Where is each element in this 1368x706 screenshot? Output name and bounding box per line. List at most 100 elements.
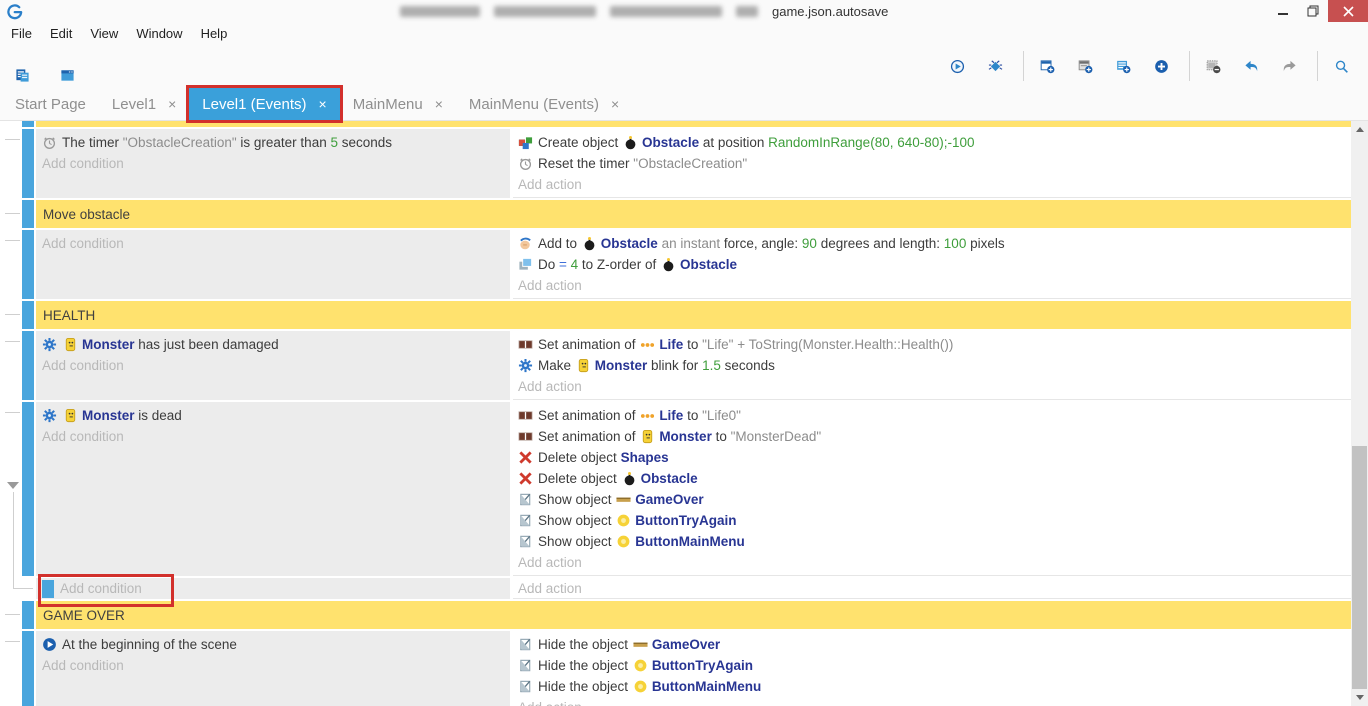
action-line[interactable]: Create object Obstacle at position Rando…	[518, 132, 1351, 153]
vertical-scrollbar[interactable]	[1351, 121, 1368, 706]
event-gutter	[0, 402, 22, 576]
event-drag-handle[interactable]	[22, 301, 34, 329]
visibility-icon	[518, 679, 533, 694]
scrollbar-thumb[interactable]	[1352, 446, 1367, 689]
remove-event-button[interactable]	[1200, 51, 1231, 82]
action-line[interactable]: Delete object Shapes	[518, 447, 1351, 468]
conditions-column[interactable]: At the beginning of the sceneAdd conditi…	[36, 631, 510, 706]
conditions-column[interactable]: Monster is deadAdd condition	[36, 402, 510, 576]
conditions-column[interactable]: The timer "ObstacleCreation" is greater …	[36, 129, 510, 198]
actions-column[interactable]: Add action	[513, 578, 1351, 599]
add-condition-placeholder[interactable]: Add condition	[42, 426, 510, 447]
action-line[interactable]: Make Monster blink for 1.5 seconds	[518, 355, 1351, 376]
condition-line[interactable]: Monster is dead	[42, 405, 510, 426]
event-drag-handle[interactable]	[22, 331, 34, 400]
tab-close-icon[interactable]: ×	[319, 96, 327, 112]
tab-close-icon[interactable]: ×	[168, 96, 176, 112]
redo-button[interactable]	[1276, 51, 1307, 82]
scroll-down-icon[interactable]	[1351, 689, 1368, 706]
tab-mainmenu[interactable]: MainMenu×	[340, 88, 456, 120]
action-line[interactable]: Set animation of Life to "Life0"	[518, 405, 1351, 426]
add-condition-placeholder[interactable]: Add condition	[42, 355, 510, 376]
comment-body[interactable]: Move obstacle	[36, 200, 1351, 228]
actions-column[interactable]: Set animation of Life to "Life" + ToStri…	[513, 331, 1351, 400]
actions-column[interactable]: Create object Obstacle at position Rando…	[513, 129, 1351, 198]
placeholder-text: Add action	[518, 177, 582, 192]
conditions-column[interactable]: Add condition	[36, 230, 510, 299]
action-line[interactable]: Do = 4 to Z-order of Obstacle	[518, 254, 1351, 275]
menu-window[interactable]: Window	[127, 22, 191, 44]
action-line[interactable]: Add to Obstacle an instant force, angle:…	[518, 233, 1351, 254]
tab-close-icon[interactable]: ×	[611, 96, 619, 112]
event-drag-handle[interactable]	[22, 200, 34, 228]
conditions-column[interactable]: Monster has just been damagedAdd conditi…	[36, 331, 510, 400]
debug-button[interactable]	[982, 51, 1013, 82]
placeholder-text: Add action	[518, 278, 582, 293]
tab-label: Level1 (Events)	[202, 96, 306, 113]
action-line[interactable]: Show object GameOver	[518, 489, 1351, 510]
action-line[interactable]: Set animation of Monster to "MonsterDead…	[518, 426, 1351, 447]
add-action-placeholder[interactable]: Add action	[518, 578, 1351, 599]
add-condition-placeholder[interactable]: Add condition	[60, 578, 142, 599]
add-action-placeholder[interactable]: Add action	[518, 275, 1351, 296]
tab-level1-events[interactable]: Level1 (Events) ×	[189, 88, 339, 120]
add-action-placeholder[interactable]: Add action	[518, 174, 1351, 195]
add-comment-button[interactable]	[1110, 51, 1141, 82]
add-condition-placeholder[interactable]: Add condition	[42, 233, 510, 254]
window-title: game.json.autosave	[400, 0, 888, 22]
add-condition-placeholder[interactable]: Add condition	[42, 655, 510, 676]
add-subevent-button[interactable]	[1072, 51, 1103, 82]
gameover-icon	[616, 492, 631, 507]
tab-start-page[interactable]: Start Page	[2, 88, 99, 120]
create-object-icon	[518, 135, 533, 150]
action-line[interactable]: Hide the object ButtonTryAgain	[518, 655, 1351, 676]
search-button[interactable]	[1328, 51, 1359, 82]
add-new-event-button[interactable]	[1148, 51, 1179, 82]
restore-button[interactable]	[1298, 0, 1328, 22]
action-line[interactable]: Reset the timer "ObstacleCreation"	[518, 153, 1351, 174]
actions-column[interactable]: Set animation of Life to "Life0"Set anim…	[513, 402, 1351, 576]
play-button[interactable]	[944, 51, 975, 82]
event-drag-handle[interactable]	[22, 121, 34, 127]
add-action-placeholder[interactable]: Add action	[518, 376, 1351, 397]
event-drag-handle[interactable]	[22, 631, 34, 706]
actions-column[interactable]: Hide the object GameOverHide the object …	[513, 631, 1351, 706]
add-event-button[interactable]	[1034, 51, 1065, 82]
event-drag-handle[interactable]	[22, 402, 34, 576]
action-line[interactable]: Show object ButtonMainMenu	[518, 531, 1351, 552]
menu-help[interactable]: Help	[192, 22, 237, 44]
event-drag-handle[interactable]	[42, 580, 54, 598]
comment-body[interactable]: HEALTH	[36, 301, 1351, 329]
menu-file[interactable]: File	[2, 22, 41, 44]
tab-mainmenu-events[interactable]: MainMenu (Events)×	[456, 88, 632, 120]
event-drag-handle[interactable]	[22, 230, 34, 299]
menu-edit[interactable]: Edit	[41, 22, 81, 44]
event-drag-handle[interactable]	[22, 601, 34, 629]
tab-level1[interactable]: Level1×	[99, 88, 189, 120]
projects-button[interactable]	[7, 49, 42, 84]
close-button[interactable]	[1328, 0, 1368, 22]
add-action-placeholder[interactable]: Add action	[518, 552, 1351, 573]
undo-button[interactable]	[1238, 51, 1269, 82]
conditions-column[interactable]: Add condition	[36, 578, 510, 599]
collapse-arrow-icon[interactable]	[7, 482, 19, 489]
scroll-up-icon[interactable]	[1351, 121, 1368, 138]
action-line[interactable]: Set animation of Life to "Life" + ToStri…	[518, 334, 1351, 355]
action-line[interactable]: Show object ButtonTryAgain	[518, 510, 1351, 531]
action-line[interactable]: Hide the object ButtonMainMenu	[518, 676, 1351, 697]
minimize-button[interactable]	[1268, 0, 1298, 22]
add-condition-placeholder[interactable]: Add condition	[42, 153, 510, 174]
comment-body[interactable]	[36, 121, 1351, 127]
action-line[interactable]: Delete object Obstacle	[518, 468, 1351, 489]
condition-line[interactable]: Monster has just been damaged	[42, 334, 510, 355]
action-line[interactable]: Hide the object GameOver	[518, 634, 1351, 655]
start-page-button[interactable]	[52, 49, 87, 84]
menu-view[interactable]: View	[81, 22, 127, 44]
tab-close-icon[interactable]: ×	[435, 96, 443, 112]
condition-line[interactable]: The timer "ObstacleCreation" is greater …	[42, 132, 510, 153]
event-drag-handle[interactable]	[22, 129, 34, 198]
condition-line[interactable]: At the beginning of the scene	[42, 634, 510, 655]
visibility-icon	[518, 658, 533, 673]
comment-body[interactable]: GAME OVER	[36, 601, 1351, 629]
actions-column[interactable]: Add to Obstacle an instant force, angle:…	[513, 230, 1351, 299]
